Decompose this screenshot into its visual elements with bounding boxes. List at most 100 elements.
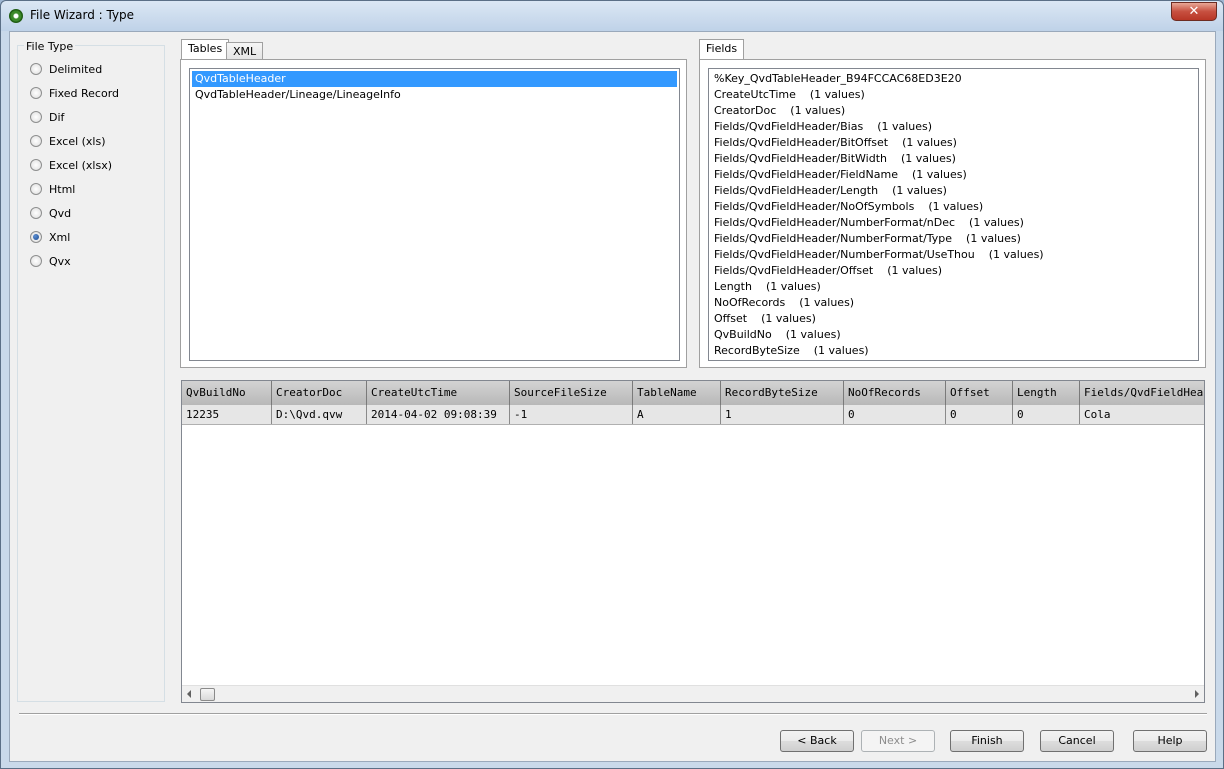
field-name: Fields/QvdFieldHeader/Bias	[714, 120, 864, 133]
list-item[interactable]: QvdTableHeader	[192, 71, 677, 87]
column-header[interactable]: SourceFileSize	[510, 381, 633, 405]
column-header[interactable]: CreateUtcTime	[367, 381, 510, 405]
scroll-right-icon[interactable]	[1195, 690, 1199, 698]
file-type-option[interactable]: Xml	[30, 229, 70, 245]
table-row[interactable]: 12235 D:\Qvd.qvw 2014-04-02 09:08:39 -1 A 1 0 0…	[182, 405, 1204, 425]
list-item[interactable]: Fields/QvdFieldHeader/BitWidth (1 values)	[711, 151, 1198, 167]
field-name: NoOfRecords	[714, 296, 786, 309]
field-name: %Key_QvdTableHeader_B94FCCAC68ED3E20	[714, 72, 962, 85]
field-name: Fields/QvdFieldHeader/Offset	[714, 264, 874, 277]
file-type-legend: File Type	[24, 40, 76, 53]
list-item[interactable]: %Key_QvdTableHeader_B94FCCAC68ED3E20	[711, 71, 1198, 87]
radio-unchecked-icon[interactable]	[30, 87, 42, 99]
tab-xml[interactable]: XML	[226, 42, 264, 60]
horizontal-scrollbar[interactable]	[182, 685, 1204, 702]
field-name: Length	[714, 280, 752, 293]
radio-unchecked-icon[interactable]	[30, 183, 42, 195]
list-item[interactable]: Offset (1 values)	[711, 311, 1198, 327]
file-type-option[interactable]: Excel (xlsx)	[30, 157, 112, 173]
column-header[interactable]: Offset	[946, 381, 1013, 405]
radio-unchecked-icon[interactable]	[30, 159, 42, 171]
field-name: CreatorDoc	[714, 104, 777, 117]
field-value-count: (1 values)	[887, 264, 943, 277]
file-type-option[interactable]: Delimited	[30, 61, 102, 77]
next-button[interactable]: Next >	[861, 730, 935, 752]
field-value-count: (1 values)	[902, 136, 957, 149]
field-value-count: (1 values)	[892, 184, 947, 197]
radio-checked-icon[interactable]	[30, 231, 42, 243]
tables-list[interactable]: QvdTableHeader QvdTableHeader/Lineage/Lin…	[189, 68, 680, 361]
cancel-button[interactable]: Cancel	[1040, 730, 1114, 752]
field-name: Fields/QvdFieldHeader/Length	[714, 184, 879, 197]
file-type-option[interactable]: Qvd	[30, 205, 71, 221]
file-type-label: Excel (xlsx)	[49, 158, 113, 172]
table-cell: -1	[510, 405, 633, 424]
file-type-option[interactable]: Qvx	[30, 253, 71, 269]
list-item[interactable]: NoOfRecords (1 values)	[711, 295, 1198, 311]
file-type-label: Qvd	[49, 206, 72, 220]
column-header[interactable]: Fields/QvdFieldHea	[1080, 381, 1204, 405]
radio-unchecked-icon[interactable]	[30, 255, 42, 267]
field-name: Fields/QvdFieldHeader/NumberFormat/UseTh…	[714, 248, 975, 261]
close-button[interactable]: ✕	[1171, 2, 1217, 21]
file-type-option[interactable]: Excel (xls)	[30, 133, 106, 149]
table-cell: D:\Qvd.qvw	[272, 405, 367, 424]
list-item[interactable]: CreateUtcTime (1 values)	[711, 87, 1198, 103]
list-item[interactable]: Fields/QvdFieldHeader/Offset (1 values)	[711, 263, 1198, 279]
field-name: RecordByteSize	[714, 344, 800, 357]
field-name: CreateUtcTime	[714, 88, 796, 101]
list-item[interactable]: Fields/QvdFieldHeader/NumberFormat/UseTh…	[711, 247, 1198, 263]
field-name: Fields/QvdFieldHeader/NumberFormat/Type	[714, 232, 953, 245]
list-item[interactable]: Fields/QvdFieldHeader/Bias (1 values)	[711, 119, 1198, 135]
file-type-label: Delimited	[49, 62, 103, 76]
field-value-count: (1 values)	[765, 280, 821, 293]
data-preview-grid[interactable]: QvBuildNo CreatorDoc CreateUtcTime SourceFi…	[181, 380, 1205, 703]
file-type-option[interactable]: Html	[30, 181, 75, 197]
list-item[interactable]: Fields/QvdFieldHeader/FieldName (1 values…	[711, 167, 1198, 183]
list-item[interactable]: Fields/QvdFieldHeader/NumberFormat/Type (…	[711, 231, 1198, 247]
field-value-count: (1 values)	[809, 88, 865, 101]
list-item[interactable]: Fields/QvdFieldHeader/NoOfSymbols (1 valu…	[711, 199, 1198, 215]
field-name: Fields/QvdFieldHeader/BitWidth	[714, 152, 887, 165]
tab-tables[interactable]: Tables	[181, 39, 230, 60]
fields-tab-pane: %Key_QvdTableHeader_B94FCCAC68ED3E20 Crea…	[699, 59, 1206, 368]
field-name: Fields/QvdFieldHeader/NoOfSymbols	[714, 200, 915, 213]
column-header[interactable]: TableName	[633, 381, 721, 405]
tab-fields[interactable]: Fields	[699, 39, 745, 60]
radio-unchecked-icon[interactable]	[30, 111, 42, 123]
field-value-count: (1 values)	[761, 312, 816, 325]
list-item[interactable]: Fields/QvdFieldHeader/BitOffset (1 values…	[711, 135, 1198, 151]
file-type-option[interactable]: Fixed Record	[30, 85, 119, 101]
table-cell: 0	[946, 405, 1013, 424]
list-item[interactable]: RecordByteSize (1 values)	[711, 343, 1198, 359]
list-item[interactable]: QvdTableHeader/Lineage/LineageInfo	[192, 87, 677, 103]
file-type-option[interactable]: Dif	[30, 109, 64, 125]
radio-unchecked-icon[interactable]	[30, 63, 42, 75]
column-header[interactable]: Length	[1013, 381, 1080, 405]
list-item[interactable]: Length (1 values)	[711, 279, 1198, 295]
fields-list[interactable]: %Key_QvdTableHeader_B94FCCAC68ED3E20 Crea…	[708, 68, 1199, 361]
radio-unchecked-icon[interactable]	[30, 135, 42, 147]
scroll-left-icon[interactable]	[187, 690, 191, 698]
column-header[interactable]: CreatorDoc	[272, 381, 367, 405]
field-name: Fields/QvdFieldHeader/FieldName	[714, 168, 898, 181]
radio-unchecked-icon[interactable]	[30, 207, 42, 219]
field-value-count: (1 values)	[813, 344, 869, 357]
column-header[interactable]: NoOfRecords	[844, 381, 946, 405]
field-value-count: (1 values)	[790, 104, 846, 117]
list-item[interactable]: Fields/QvdFieldHeader/NumberFormat/nDec (…	[711, 215, 1198, 231]
field-name: Offset	[714, 312, 748, 325]
field-value-count: (1 values)	[966, 232, 1021, 245]
column-header[interactable]: QvBuildNo	[182, 381, 272, 405]
back-button[interactable]: < Back	[780, 730, 854, 752]
field-value-count: (1 values)	[969, 216, 1024, 229]
table-cell: 0	[844, 405, 946, 424]
list-item[interactable]: CreatorDoc (1 values)	[711, 103, 1198, 119]
scroll-thumb[interactable]	[200, 688, 215, 701]
finish-button[interactable]: Finish	[950, 730, 1024, 752]
help-button[interactable]: Help	[1133, 730, 1207, 752]
list-item[interactable]: Fields/QvdFieldHeader/Length (1 values)	[711, 183, 1198, 199]
field-value-count: (1 values)	[799, 296, 855, 309]
list-item[interactable]: QvBuildNo (1 values)	[711, 327, 1198, 343]
column-header[interactable]: RecordByteSize	[721, 381, 844, 405]
